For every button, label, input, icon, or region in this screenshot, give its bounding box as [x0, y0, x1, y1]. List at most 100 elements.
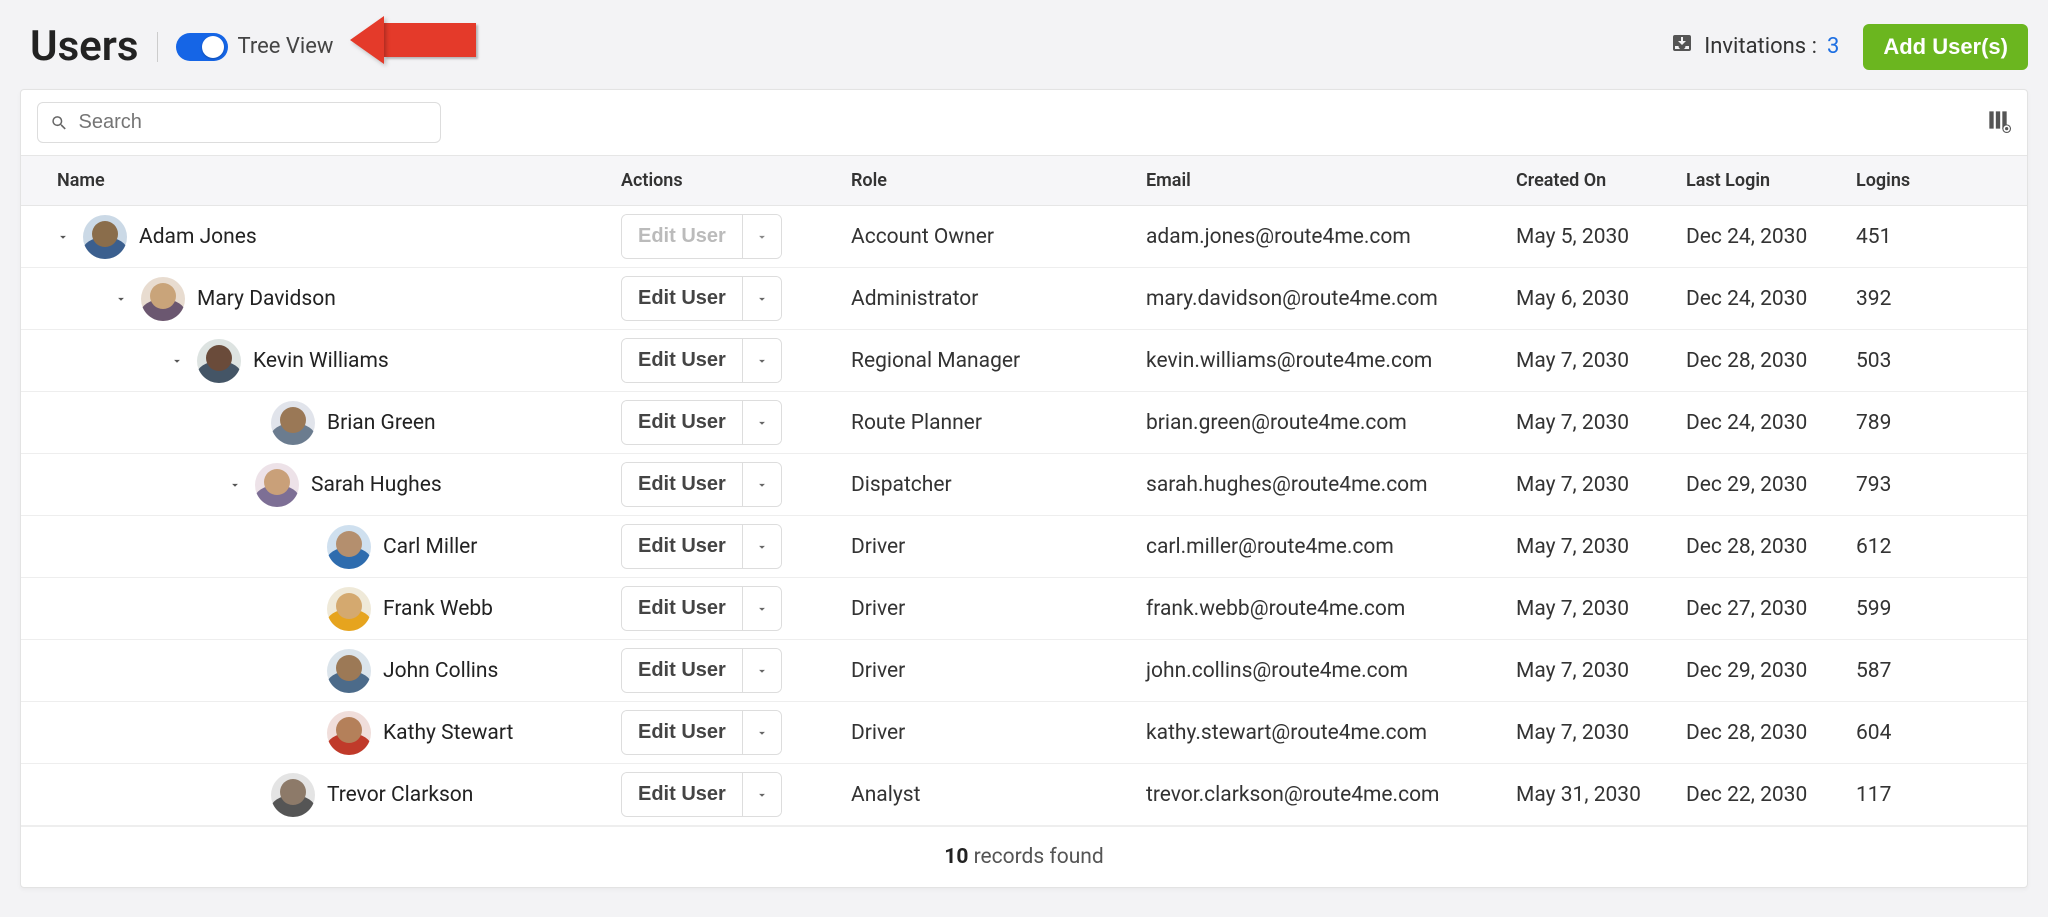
role-cell: Dispatcher	[851, 473, 1146, 497]
invitations-link[interactable]: Invitations : 3	[1670, 32, 1839, 62]
edit-user-button[interactable]: Edit User	[622, 401, 742, 444]
divider	[157, 32, 158, 62]
table-row[interactable]: Kevin Williams Edit User Regional Manage…	[21, 330, 2027, 392]
col-logins[interactable]: Logins	[1856, 156, 2036, 205]
user-name: Carl Miller	[383, 535, 477, 559]
edit-user-button[interactable]: Edit User	[622, 277, 742, 320]
expand-toggle[interactable]	[227, 477, 243, 493]
tree-view-toggle[interactable]	[176, 33, 228, 61]
chevron-down-icon	[170, 354, 184, 368]
user-name: Frank Webb	[383, 597, 493, 621]
created-cell: May 7, 2030	[1516, 721, 1686, 745]
table-header: Name Actions Role Email Created On Last …	[21, 155, 2027, 206]
edit-user-dropdown[interactable]	[742, 401, 781, 444]
role-cell: Driver	[851, 597, 1146, 621]
email-cell: john.collins@route4me.com	[1146, 659, 1516, 683]
lastlogin-cell: Dec 24, 2030	[1686, 225, 1856, 249]
table-row[interactable]: Trevor Clarkson Edit User Analyst trevor…	[21, 764, 2027, 826]
page-title: Users	[30, 22, 139, 71]
email-cell: kevin.williams@route4me.com	[1146, 349, 1516, 373]
add-user-button[interactable]: Add User(s)	[1863, 24, 2028, 70]
edit-user-button[interactable]: Edit User	[622, 587, 742, 630]
chevron-down-icon	[755, 354, 769, 368]
chevron-down-icon	[755, 416, 769, 430]
logins-cell: 392	[1856, 287, 2036, 311]
col-created[interactable]: Created On	[1516, 156, 1686, 205]
logins-cell: 503	[1856, 349, 2036, 373]
edit-user-dropdown[interactable]	[742, 711, 781, 754]
edit-user-button[interactable]: Edit User	[622, 525, 742, 568]
col-name[interactable]: Name	[21, 156, 621, 205]
chevron-down-icon	[755, 726, 769, 740]
lastlogin-cell: Dec 22, 2030	[1686, 783, 1856, 807]
avatar	[271, 773, 315, 817]
edit-user-dropdown[interactable]	[742, 277, 781, 320]
chevron-down-icon	[56, 230, 70, 244]
table-row[interactable]: Adam Jones Edit User Account Owner adam.…	[21, 206, 2027, 268]
email-cell: adam.jones@route4me.com	[1146, 225, 1516, 249]
logins-cell: 612	[1856, 535, 2036, 559]
role-cell: Analyst	[851, 783, 1146, 807]
edit-user-dropdown[interactable]	[742, 339, 781, 382]
edit-user-dropdown[interactable]	[742, 773, 781, 816]
avatar	[327, 711, 371, 755]
table-row[interactable]: John Collins Edit User Driver john.colli…	[21, 640, 2027, 702]
email-cell: trevor.clarkson@route4me.com	[1146, 783, 1516, 807]
created-cell: May 6, 2030	[1516, 287, 1686, 311]
edit-user-dropdown[interactable]	[742, 649, 781, 692]
user-name: John Collins	[383, 659, 498, 683]
lastlogin-cell: Dec 28, 2030	[1686, 535, 1856, 559]
created-cell: May 31, 2030	[1516, 783, 1686, 807]
edit-user-button[interactable]: Edit User	[622, 463, 742, 506]
user-name: Adam Jones	[139, 225, 257, 249]
avatar	[327, 649, 371, 693]
edit-user-button[interactable]: Edit User	[622, 339, 742, 382]
role-cell: Driver	[851, 535, 1146, 559]
columns-settings-icon[interactable]	[1985, 107, 2011, 138]
logins-cell: 587	[1856, 659, 2036, 683]
col-role[interactable]: Role	[851, 156, 1146, 205]
logins-cell: 604	[1856, 721, 2036, 745]
logins-cell: 789	[1856, 411, 2036, 435]
callout-arrow	[350, 16, 476, 64]
table-row[interactable]: Sarah Hughes Edit User Dispatcher sarah.…	[21, 454, 2027, 516]
edit-user-dropdown[interactable]	[742, 587, 781, 630]
col-lastlogin[interactable]: Last Login	[1686, 156, 1856, 205]
expand-toggle[interactable]	[113, 291, 129, 307]
expand-toggle[interactable]	[169, 353, 185, 369]
col-email[interactable]: Email	[1146, 156, 1516, 205]
avatar	[255, 463, 299, 507]
avatar	[271, 401, 315, 445]
edit-user-button[interactable]: Edit User	[622, 649, 742, 692]
tree-view-label: Tree View	[238, 34, 334, 59]
table-row[interactable]: Frank Webb Edit User Driver frank.webb@r…	[21, 578, 2027, 640]
table-row[interactable]: Carl Miller Edit User Driver carl.miller…	[21, 516, 2027, 578]
table-row[interactable]: Kathy Stewart Edit User Driver kathy.ste…	[21, 702, 2027, 764]
table-row[interactable]: Brian Green Edit User Route Planner bria…	[21, 392, 2027, 454]
lastlogin-cell: Dec 29, 2030	[1686, 473, 1856, 497]
role-cell: Driver	[851, 659, 1146, 683]
chevron-down-icon	[228, 478, 242, 492]
role-cell: Route Planner	[851, 411, 1146, 435]
chevron-down-icon	[755, 788, 769, 802]
avatar	[197, 339, 241, 383]
table-row[interactable]: Mary Davidson Edit User Administrator ma…	[21, 268, 2027, 330]
created-cell: May 5, 2030	[1516, 225, 1686, 249]
chevron-down-icon	[114, 292, 128, 306]
avatar	[327, 525, 371, 569]
avatar	[141, 277, 185, 321]
edit-user-dropdown[interactable]	[742, 463, 781, 506]
invitations-count: 3	[1827, 34, 1839, 59]
col-actions[interactable]: Actions	[621, 156, 851, 205]
search-input[interactable]	[79, 111, 429, 134]
email-cell: brian.green@route4me.com	[1146, 411, 1516, 435]
expand-toggle[interactable]	[55, 229, 71, 245]
user-name: Trevor Clarkson	[327, 783, 473, 807]
lastlogin-cell: Dec 29, 2030	[1686, 659, 1856, 683]
search-box[interactable]	[37, 102, 441, 143]
edit-user-button[interactable]: Edit User	[622, 711, 742, 754]
edit-user-dropdown[interactable]	[742, 525, 781, 568]
edit-user-button[interactable]: Edit User	[622, 773, 742, 816]
edit-user-dropdown[interactable]	[742, 215, 781, 258]
inbox-icon	[1670, 32, 1694, 62]
